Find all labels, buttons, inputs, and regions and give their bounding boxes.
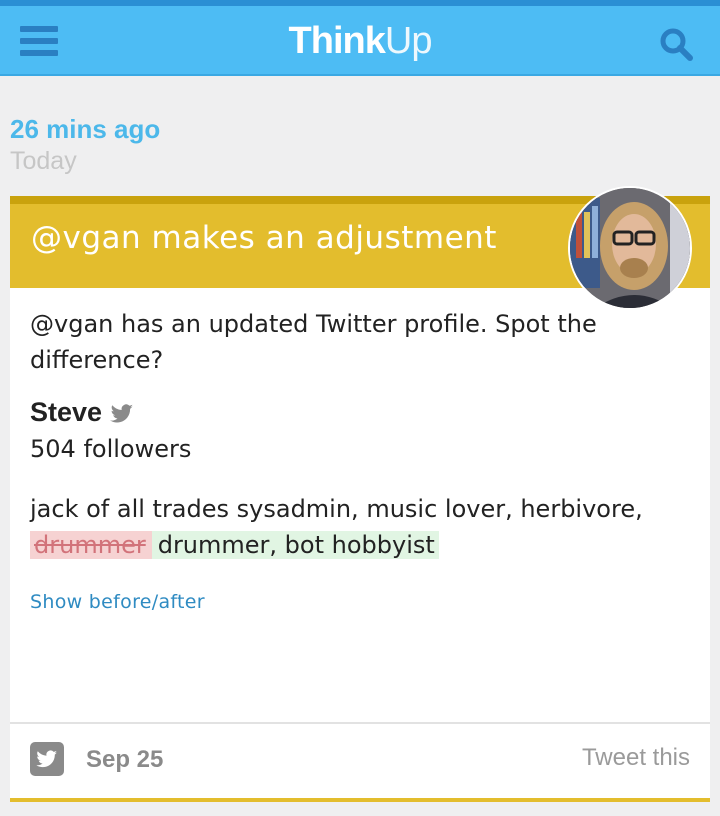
search-icon[interactable] [658,26,694,62]
twitter-icon[interactable] [30,742,64,776]
avatar[interactable] [568,186,692,310]
top-bar: ThinkUp [0,0,720,76]
card-title: @vgan makes an adjustment [31,220,497,256]
card-footer: Sep 25 Tweet this [10,722,710,802]
show-before-after-link[interactable]: Show before/after [30,591,205,613]
tweet-this-button[interactable]: Tweet this [582,744,690,772]
twitter-bird-icon [110,404,133,423]
followers-count: 504 followers [30,435,192,463]
date-label: Today [10,147,77,175]
profile-name: Steve [30,397,103,427]
footer-date[interactable]: Sep 25 [86,746,163,774]
avatar-image [570,188,690,308]
insight-body: @vgan has an updated Twitter profile. Sp… [30,310,597,374]
bio-diff: jack of all trades sysadmin, music lover… [30,491,690,563]
bio-prefix: jack of all trades sysadmin, music lover… [30,495,643,523]
bio-added: drummer, bot hobbyist [151,531,439,559]
logo[interactable]: ThinkUp [0,20,720,63]
time-ago[interactable]: 26 mins ago [10,114,160,145]
bio-removed: drummer [30,531,152,559]
insight-card: @vgan makes an adjustment @vgan has an u… [10,186,710,802]
logo-up: Up [384,20,433,62]
logo-think: Think [288,20,386,62]
